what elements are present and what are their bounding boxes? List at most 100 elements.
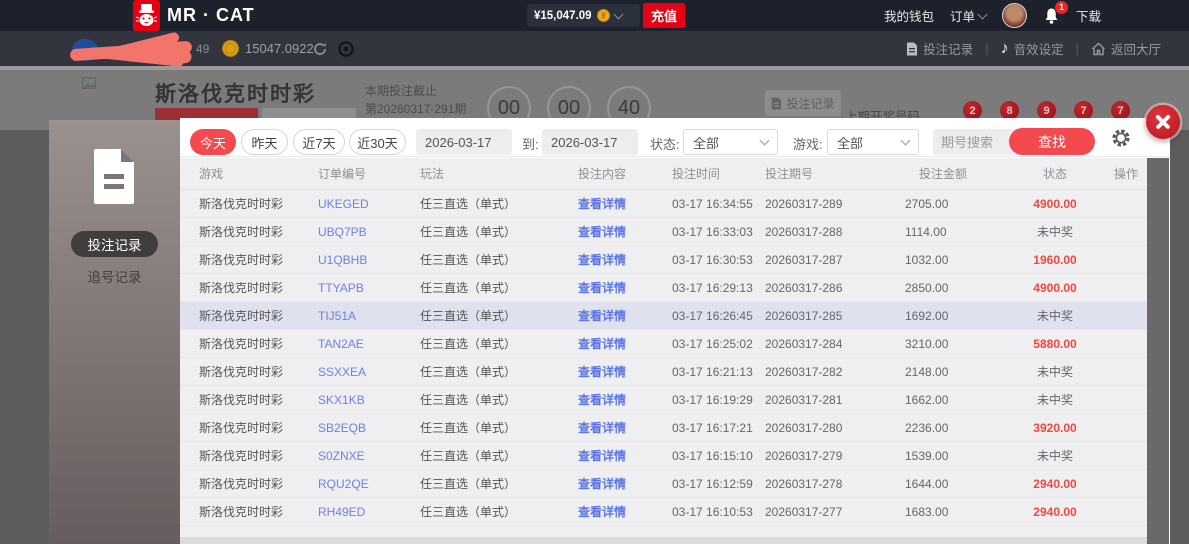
cell-period: 20260317-287 bbox=[765, 253, 905, 267]
chevron-down-icon bbox=[978, 9, 988, 19]
cell-time: 03-17 16:29:13 bbox=[672, 281, 765, 295]
chevron-down-icon bbox=[613, 9, 623, 19]
nav-download[interactable]: 下载 bbox=[1076, 6, 1101, 25]
cell-period: 20260317-279 bbox=[765, 449, 905, 463]
col-order: 订单编号 bbox=[318, 165, 420, 182]
masked-username: 49 bbox=[196, 42, 209, 56]
date-to-input[interactable] bbox=[542, 129, 638, 155]
cell-order[interactable]: UBQ7PB bbox=[318, 225, 420, 239]
col-game: 游戏 bbox=[199, 165, 318, 182]
search-button[interactable]: 查找 bbox=[1009, 128, 1095, 155]
cell-status: 5880.00 bbox=[1005, 337, 1105, 351]
status-select[interactable]: 全部 bbox=[683, 129, 778, 155]
sidebar-item-chase-records[interactable]: 追号记录 bbox=[49, 266, 180, 286]
bet-records-button-page[interactable]: 投注记录 bbox=[765, 90, 841, 116]
cell-order[interactable]: S0ZNXE bbox=[318, 449, 420, 463]
recharge-button[interactable]: 充值 bbox=[643, 3, 685, 28]
game-select[interactable]: 全部 bbox=[827, 129, 919, 155]
filter-last7days[interactable]: 近7天 bbox=[293, 129, 345, 155]
cell-detail[interactable]: 查看详情 bbox=[578, 447, 672, 464]
table-row: 斯洛伐克时时彩 RQU2QE 任三直选（单式） 查看详情 03-17 16:12… bbox=[180, 470, 1147, 498]
cell-detail[interactable]: 查看详情 bbox=[578, 363, 672, 380]
col-time: 投注时间 bbox=[672, 165, 765, 182]
cell-time: 03-17 16:10:53 bbox=[672, 505, 765, 519]
cell-order[interactable]: RH49ED bbox=[318, 505, 420, 519]
mrcat-logo[interactable] bbox=[133, 0, 160, 31]
cell-order[interactable]: TTYAPB bbox=[318, 281, 420, 295]
cell-status: 4900.00 bbox=[1005, 281, 1105, 295]
user-avatar[interactable] bbox=[1002, 3, 1027, 28]
music-note-icon: ♪ bbox=[1001, 40, 1009, 58]
cell-game: 斯洛伐克时时彩 bbox=[199, 223, 318, 240]
cell-play: 任三直选（单式） bbox=[420, 475, 578, 492]
cell-order[interactable]: SKX1KB bbox=[318, 393, 420, 407]
col-amount: 投注金额 bbox=[905, 165, 1005, 182]
nav-wallet[interactable]: 我的钱包 bbox=[884, 6, 934, 25]
cell-game: 斯洛伐克时时彩 bbox=[199, 335, 318, 352]
account-bar-links: 投注记录 | ♪ 音效设定 | 返回大厅 bbox=[906, 31, 1161, 66]
cell-amount: 2236.00 bbox=[905, 421, 1005, 435]
filter-yesterday[interactable]: 昨天 bbox=[241, 129, 288, 155]
cell-status: 未中奖 bbox=[1005, 223, 1105, 240]
top-header: MR · CAT ¥15,047.09 ¥ 充值 我的钱包 订单 1 bbox=[0, 0, 1189, 31]
filter-today[interactable]: 今天 bbox=[190, 129, 236, 155]
cell-detail[interactable]: 查看详情 bbox=[578, 335, 672, 352]
cell-time: 03-17 16:12:59 bbox=[672, 477, 765, 491]
close-modal-button[interactable] bbox=[1146, 105, 1180, 139]
table-row: 斯洛伐克时时彩 TIJ51A 任三直选（单式） 查看详情 03-17 16:26… bbox=[180, 302, 1147, 330]
account-bar: 49 15047.0922 投注记录 bbox=[0, 31, 1189, 66]
gear-icon[interactable] bbox=[1110, 127, 1132, 149]
cell-order[interactable]: U1QBHB bbox=[318, 253, 420, 267]
table-row: 斯洛伐克时时彩 RH49ED 任三直选（单式） 查看详情 03-17 16:10… bbox=[180, 498, 1147, 526]
cell-detail[interactable]: 查看详情 bbox=[578, 251, 672, 268]
cell-detail[interactable]: 查看详情 bbox=[578, 195, 672, 212]
cell-detail[interactable]: 查看详情 bbox=[578, 419, 672, 436]
game-label: 游戏: bbox=[793, 134, 823, 153]
cell-detail[interactable]: 查看详情 bbox=[578, 475, 672, 492]
cell-period: 20260317-286 bbox=[765, 281, 905, 295]
period-search-input[interactable] bbox=[933, 129, 1021, 155]
notifications-bell[interactable]: 1 bbox=[1043, 7, 1060, 25]
status-select-value: 全部 bbox=[693, 133, 719, 152]
cell-order[interactable]: SSXXEA bbox=[318, 365, 420, 379]
cell-period: 20260317-289 bbox=[765, 197, 905, 211]
cell-game: 斯洛伐克时时彩 bbox=[199, 363, 318, 380]
status-label: 状态: bbox=[650, 134, 680, 153]
cell-play: 任三直选（单式） bbox=[420, 419, 578, 436]
cell-status: 4900.00 bbox=[1005, 197, 1105, 211]
table-header-row: 游戏 订单编号 玩法 投注内容 投注时间 投注期号 投注金额 状态 操作 bbox=[180, 158, 1147, 190]
refresh-icon[interactable] bbox=[313, 42, 327, 56]
cell-order[interactable]: RQU2QE bbox=[318, 477, 420, 491]
filter-last30days[interactable]: 近30天 bbox=[349, 129, 406, 155]
cell-order[interactable]: UKEGED bbox=[318, 197, 420, 211]
date-from-input[interactable] bbox=[416, 129, 512, 155]
return-lobby-link[interactable]: 返回大厅 bbox=[1091, 39, 1161, 58]
coin-icon: ¥ bbox=[597, 9, 610, 22]
cell-play: 任三直选（单式） bbox=[420, 503, 578, 520]
cell-detail[interactable]: 查看详情 bbox=[578, 503, 672, 520]
table-scrollbar[interactable] bbox=[1147, 158, 1169, 544]
cell-order[interactable]: TIJ51A bbox=[318, 309, 420, 323]
cell-game: 斯洛伐克时时彩 bbox=[199, 391, 318, 408]
cell-period: 20260317-281 bbox=[765, 393, 905, 407]
records-modal-sidebar: 投注记录 追号记录 bbox=[49, 120, 180, 544]
sound-settings-link[interactable]: ♪ 音效设定 bbox=[1001, 39, 1064, 58]
cell-detail[interactable]: 查看详情 bbox=[578, 391, 672, 408]
cell-game: 斯洛伐克时时彩 bbox=[199, 307, 318, 324]
cell-amount: 1539.00 bbox=[905, 449, 1005, 463]
sidebar-item-bet-records[interactable]: 投注记录 bbox=[71, 231, 158, 257]
cell-detail[interactable]: 查看详情 bbox=[578, 223, 672, 240]
cell-detail[interactable]: 查看详情 bbox=[578, 279, 672, 296]
cell-order[interactable]: SB2EQB bbox=[318, 421, 420, 435]
balance-chip[interactable]: ¥15,047.09 ¥ bbox=[527, 4, 640, 27]
eye-icon[interactable] bbox=[338, 41, 354, 57]
table-row: 斯洛伐克时时彩 TAN2AE 任三直选（单式） 查看详情 03-17 16:25… bbox=[180, 330, 1147, 358]
nav-orders[interactable]: 订单 bbox=[950, 6, 986, 25]
cell-game: 斯洛伐克时时彩 bbox=[199, 503, 318, 520]
cell-play: 任三直选（单式） bbox=[420, 251, 578, 268]
bet-records-link[interactable]: 投注记录 bbox=[906, 39, 973, 58]
cell-game: 斯洛伐克时时彩 bbox=[199, 195, 318, 212]
cat-logo-icon bbox=[136, 3, 157, 28]
cell-detail[interactable]: 查看详情 bbox=[578, 307, 672, 324]
cell-order[interactable]: TAN2AE bbox=[318, 337, 420, 351]
